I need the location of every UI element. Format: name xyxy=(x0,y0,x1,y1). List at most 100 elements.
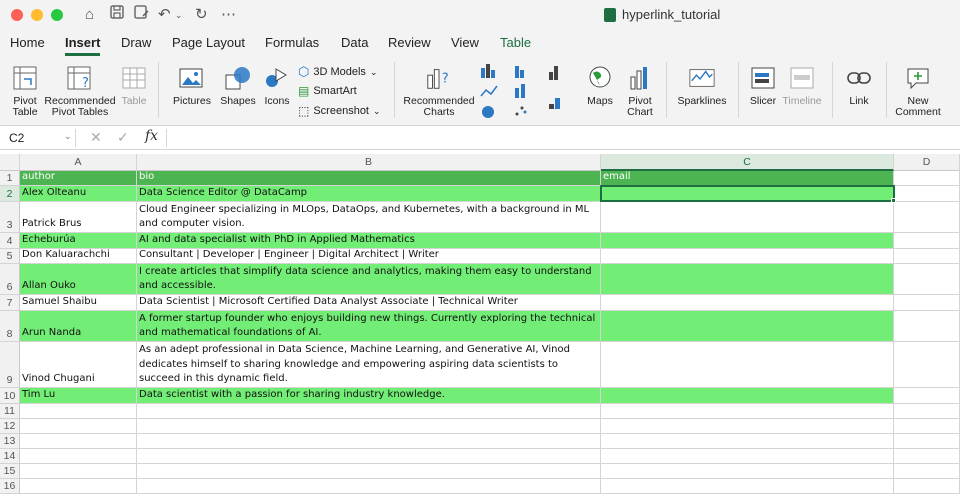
cell-c6[interactable] xyxy=(601,264,894,295)
row-header[interactable]: 2 xyxy=(0,186,20,202)
row-header[interactable]: 12 xyxy=(0,419,20,434)
formula-input[interactable] xyxy=(166,129,946,147)
cell-c1[interactable]: email xyxy=(601,171,894,186)
row-header[interactable]: 3 xyxy=(0,202,20,233)
cell-a14[interactable] xyxy=(20,449,137,464)
insert-function-icon[interactable]: fx xyxy=(145,128,158,144)
cell-c3[interactable] xyxy=(601,202,894,233)
save-icon[interactable] xyxy=(110,5,124,25)
cell-b7[interactable]: Data Scientist | Microsoft Certified Dat… xyxy=(137,295,601,311)
cell-c14[interactable] xyxy=(601,449,894,464)
tab-insert[interactable]: Insert xyxy=(65,35,101,56)
cell-c8[interactable] xyxy=(601,311,894,342)
close-window-button[interactable] xyxy=(11,9,23,21)
undo-dropdown-icon[interactable]: ⌄ xyxy=(175,5,183,25)
tab-table[interactable]: Table xyxy=(500,35,531,50)
cell-a12[interactable] xyxy=(20,419,137,434)
cell-d14[interactable] xyxy=(894,449,960,464)
cell-b13[interactable] xyxy=(137,434,601,449)
row-header[interactable]: 10 xyxy=(0,388,20,404)
cell-b2[interactable]: Data Science Editor @ DataCamp xyxy=(137,186,601,202)
pivot-table-button[interactable]: Pivot Table xyxy=(8,64,42,118)
cell-a3[interactable]: Patrick Brus xyxy=(20,202,137,233)
cell-b15[interactable] xyxy=(137,464,601,479)
row-header[interactable]: 4 xyxy=(0,233,20,249)
pivot-chart-button[interactable]: Pivot Chart xyxy=(622,64,658,118)
cell-a4[interactable]: Dr Ana Rojo-Echeburúa xyxy=(20,233,137,249)
cancel-icon[interactable]: ✕ xyxy=(90,129,102,146)
timeline-button[interactable]: Timeline xyxy=(782,64,822,107)
cell-d2[interactable] xyxy=(894,186,960,202)
tab-home[interactable]: Home xyxy=(10,35,45,50)
cell-c12[interactable] xyxy=(601,419,894,434)
screenshot-button[interactable]: ⬚ Screenshot ⌄ xyxy=(298,104,381,118)
cell-a15[interactable] xyxy=(20,464,137,479)
cell-c13[interactable] xyxy=(601,434,894,449)
cell-b9[interactable]: As an adept professional in Data Science… xyxy=(137,342,601,388)
column-header-d[interactable]: D xyxy=(894,154,960,171)
cell-b16[interactable] xyxy=(137,479,601,494)
row-header[interactable]: 5 xyxy=(0,249,20,264)
shapes-button[interactable]: Shapes xyxy=(218,64,258,107)
cell-c11[interactable] xyxy=(601,404,894,419)
undo-icon[interactable]: ↶ xyxy=(158,5,171,25)
cell-c2[interactable] xyxy=(601,186,894,202)
maximize-window-button[interactable] xyxy=(51,9,63,21)
cell-c9[interactable] xyxy=(601,342,894,388)
cell-d11[interactable] xyxy=(894,404,960,419)
cell-c7[interactable] xyxy=(601,295,894,311)
spreadsheet-grid[interactable]: A B C D 1 author bio email 2 Alex Olteanu Data… xyxy=(0,154,960,494)
more-icon[interactable]: ⋯ xyxy=(221,5,236,25)
sparklines-button[interactable]: Sparklines xyxy=(674,64,730,107)
row-header[interactable]: 14 xyxy=(0,449,20,464)
cell-d9[interactable] xyxy=(894,342,960,388)
cell-c4[interactable] xyxy=(601,233,894,249)
name-box-dropdown-icon[interactable]: ⌄ xyxy=(64,131,72,142)
fill-handle[interactable] xyxy=(891,198,896,203)
row-header[interactable]: 15 xyxy=(0,464,20,479)
cell-d1[interactable] xyxy=(894,171,960,186)
cell-a1[interactable]: author xyxy=(20,171,137,186)
cell-a13[interactable] xyxy=(20,434,137,449)
cell-d10[interactable] xyxy=(894,388,960,404)
3d-models-button[interactable]: ⬡ 3D Models ⌄ xyxy=(298,64,377,80)
cell-b6[interactable]: I create articles that simplify data sci… xyxy=(137,264,601,295)
cell-d15[interactable] xyxy=(894,464,960,479)
minimize-window-button[interactable] xyxy=(31,9,43,21)
column-header-a[interactable]: A xyxy=(20,154,137,171)
recommended-pivot-tables-button[interactable]: ? Recommended Pivot Tables xyxy=(44,64,116,118)
cell-b4[interactable]: AI and data specialist with PhD in Appli… xyxy=(137,233,601,249)
row-header[interactable]: 6 xyxy=(0,264,20,295)
column-header-c[interactable]: C xyxy=(601,154,894,171)
cell-a2[interactable]: Alex Olteanu xyxy=(20,186,137,202)
tab-draw[interactable]: Draw xyxy=(121,35,151,50)
cell-c15[interactable] xyxy=(601,464,894,479)
tab-page-layout[interactable]: Page Layout xyxy=(172,35,245,50)
save-as-icon[interactable] xyxy=(134,5,149,25)
cell-a5[interactable]: Don Kaluarachchi xyxy=(20,249,137,264)
row-header[interactable]: 13 xyxy=(0,434,20,449)
cell-d8[interactable] xyxy=(894,311,960,342)
cell-d12[interactable] xyxy=(894,419,960,434)
tab-view[interactable]: View xyxy=(451,35,479,50)
chart-type-gallery[interactable] xyxy=(479,62,579,118)
row-header[interactable]: 8 xyxy=(0,311,20,342)
cell-a9[interactable]: Vinod Chugani xyxy=(20,342,137,388)
cell-c16[interactable] xyxy=(601,479,894,494)
row-header[interactable]: 11 xyxy=(0,404,20,419)
maps-button[interactable]: Maps xyxy=(584,64,616,107)
cell-b1[interactable]: bio xyxy=(137,171,601,186)
cell-b3[interactable]: Cloud Engineer specializing in MLOps, Da… xyxy=(137,202,601,233)
table-button[interactable]: Table xyxy=(118,64,150,107)
cell-a16[interactable] xyxy=(20,479,137,494)
column-header-b[interactable]: B xyxy=(137,154,601,171)
cell-b14[interactable] xyxy=(137,449,601,464)
cell-d13[interactable] xyxy=(894,434,960,449)
icons-button[interactable]: Icons xyxy=(262,64,292,107)
smartart-button[interactable]: ▤ SmartArt xyxy=(298,84,357,98)
row-header[interactable]: 16 xyxy=(0,479,20,494)
tab-review[interactable]: Review xyxy=(388,35,431,50)
cell-d7[interactable] xyxy=(894,295,960,311)
cell-b11[interactable] xyxy=(137,404,601,419)
cell-a11[interactable] xyxy=(20,404,137,419)
